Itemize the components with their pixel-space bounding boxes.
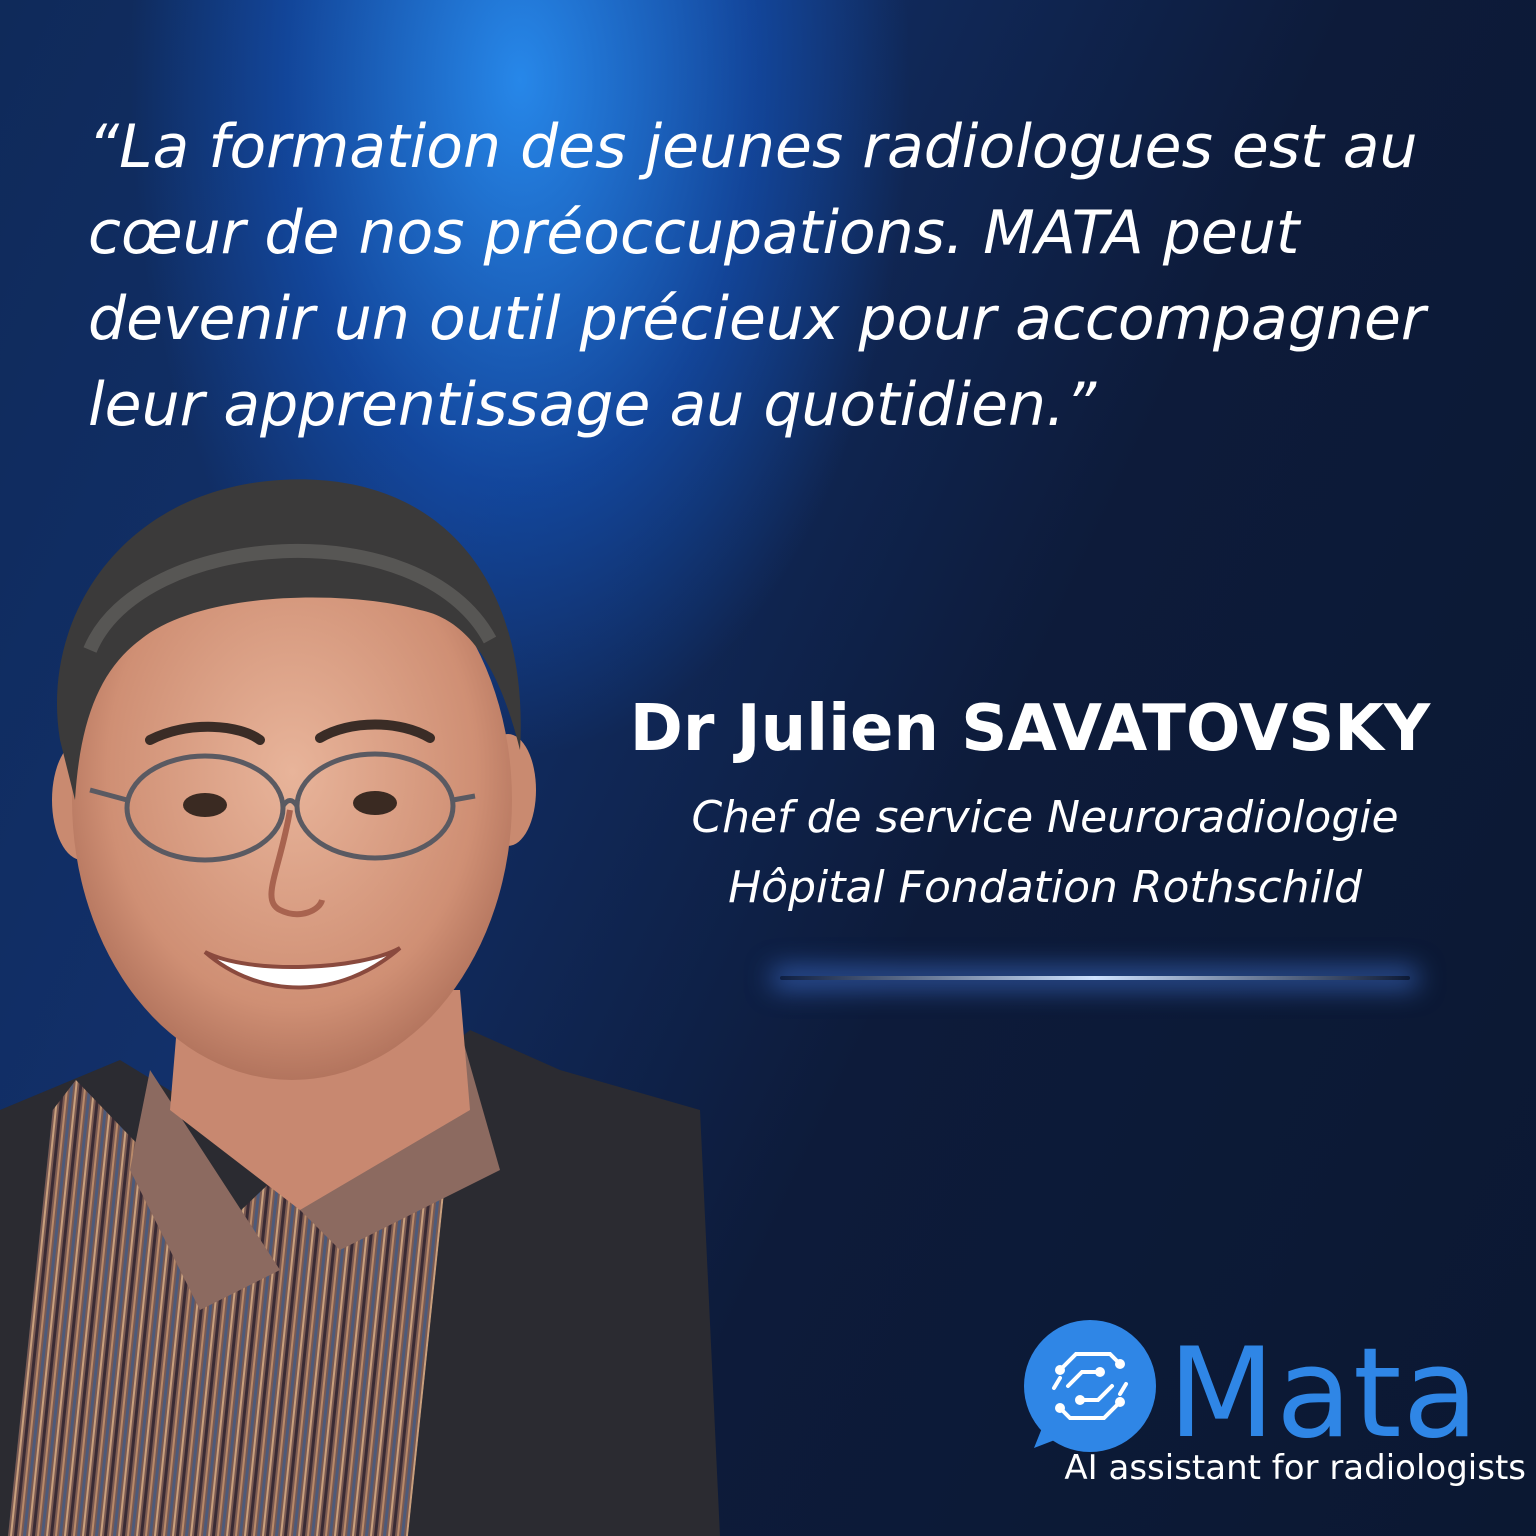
quote-line: leur apprentissage au quotidien.” xyxy=(88,370,1097,440)
quote-line: “La formation des jeunes radiologues est… xyxy=(88,112,1418,182)
quote-line: cœur de nos préoccupations. MATA peut xyxy=(88,198,1300,268)
decorative-glow-divider xyxy=(780,976,1410,980)
brand-tagline: AI assistant for radiologists xyxy=(1064,1448,1526,1488)
testimonial-quote: “La formation des jeunes radiologues est… xyxy=(88,104,1478,448)
person-role: Chef de service Neuroradiologie xyxy=(691,792,1399,843)
person-institution: Hôpital Fondation Rothschild xyxy=(728,862,1362,913)
quote-line: devenir un outil précieux pour accompagn… xyxy=(88,284,1426,354)
person-name: Dr Julien SAVATOVSKY xyxy=(629,692,1431,766)
portrait-photo xyxy=(0,479,720,1536)
brand-wordmark: Mata xyxy=(1168,1322,1480,1466)
